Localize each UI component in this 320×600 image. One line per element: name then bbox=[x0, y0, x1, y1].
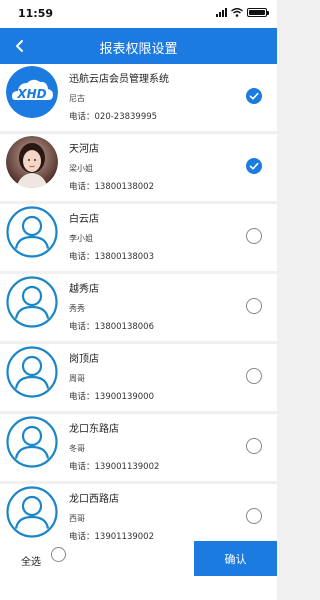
status-icons bbox=[216, 8, 269, 17]
store-avatar bbox=[6, 206, 58, 258]
store-contact: 尼古 bbox=[69, 94, 85, 103]
store-name: 龙口西路店 bbox=[69, 494, 119, 505]
store-phone: 电话：020-23839995 bbox=[69, 112, 158, 122]
store-phone: 电话：13900113900​2 bbox=[69, 462, 160, 472]
store-name: 越秀店 bbox=[69, 284, 99, 295]
checkbox-unchecked[interactable] bbox=[246, 368, 262, 384]
store-avatar: XHD bbox=[6, 66, 58, 118]
store-name: 龙口东路店 bbox=[69, 424, 119, 435]
store-contact: 冬哥 bbox=[69, 444, 85, 453]
store-phone: 电话：13800138002 bbox=[69, 182, 154, 192]
xhd-logo-icon: XHD bbox=[6, 66, 58, 118]
store-avatar bbox=[6, 346, 58, 398]
checkbox-unchecked[interactable] bbox=[246, 228, 262, 244]
store-row[interactable]: 越秀店秀秀电话：13800138006 bbox=[0, 274, 277, 341]
store-avatar bbox=[6, 276, 58, 328]
select-all-label: 全选 bbox=[21, 557, 41, 568]
checkbox-unchecked[interactable] bbox=[246, 298, 262, 314]
check-icon bbox=[249, 162, 259, 170]
checkbox-unchecked[interactable] bbox=[246, 438, 262, 454]
store-name: 白云店 bbox=[69, 214, 99, 225]
store-row[interactable]: 岗顶店周哥电话：13900139000 bbox=[0, 344, 277, 411]
store-name: 岗顶店 bbox=[69, 354, 99, 365]
store-avatar bbox=[6, 136, 58, 188]
store-list: XHD 迅航云店会员管理系统 尼古 电话：020-23839995 天河店 梁小姐 电话… bbox=[0, 64, 277, 554]
store-row[interactable]: 龙口东路店冬哥电话：13900113900​2 bbox=[0, 414, 277, 481]
store-contact: 李小姐 bbox=[69, 234, 93, 243]
nav-bar: 报表权限设置 bbox=[0, 28, 277, 64]
check-icon bbox=[249, 92, 259, 100]
svg-text:XHD: XHD bbox=[16, 87, 46, 101]
person-icon bbox=[6, 486, 58, 538]
select-all-checkbox[interactable] bbox=[51, 547, 66, 562]
checkbox-checked[interactable] bbox=[246, 158, 262, 174]
status-bar: 11:59 bbox=[0, 0, 277, 28]
battery-icon bbox=[247, 8, 269, 17]
store-row[interactable]: XHD 迅航云店会员管理系统 尼古电话：020-23839995 bbox=[0, 64, 277, 131]
store-contact: 周哥 bbox=[69, 374, 85, 383]
store-avatar bbox=[6, 486, 58, 538]
store-avatar bbox=[6, 416, 58, 468]
footer-bar: 全选 确认 bbox=[0, 541, 277, 600]
store-phone: 电话：13800138006 bbox=[69, 322, 154, 332]
store-contact: 秀秀 bbox=[69, 304, 85, 313]
person-icon bbox=[6, 276, 58, 328]
page-title: 报表权限设置 bbox=[99, 42, 178, 57]
person-icon bbox=[6, 206, 58, 258]
store-contact: 梁小姐 bbox=[69, 164, 93, 173]
store-phone: 电话：13900139000 bbox=[69, 392, 154, 402]
status-time: 11:59 bbox=[18, 7, 54, 20]
confirm-button[interactable]: 确认 bbox=[194, 541, 277, 576]
person-icon bbox=[6, 416, 58, 468]
store-phone: 电话：13800138003 bbox=[69, 252, 154, 262]
profile-photo bbox=[6, 136, 58, 188]
signal-icon bbox=[216, 8, 227, 17]
store-row[interactable]: 白云店李小姐电话：13800138003 bbox=[0, 204, 277, 271]
store-row[interactable]: 天河店梁小姐电话：13800138002 bbox=[0, 134, 277, 201]
checkbox-checked[interactable] bbox=[246, 88, 262, 104]
person-icon bbox=[6, 346, 58, 398]
wifi-icon bbox=[231, 8, 243, 17]
checkbox-unchecked[interactable] bbox=[246, 508, 262, 524]
store-name: 迅航云店会员管理系统 bbox=[69, 74, 169, 85]
store-name: 天河店 bbox=[69, 144, 99, 155]
store-contact: 西哥 bbox=[69, 514, 85, 523]
